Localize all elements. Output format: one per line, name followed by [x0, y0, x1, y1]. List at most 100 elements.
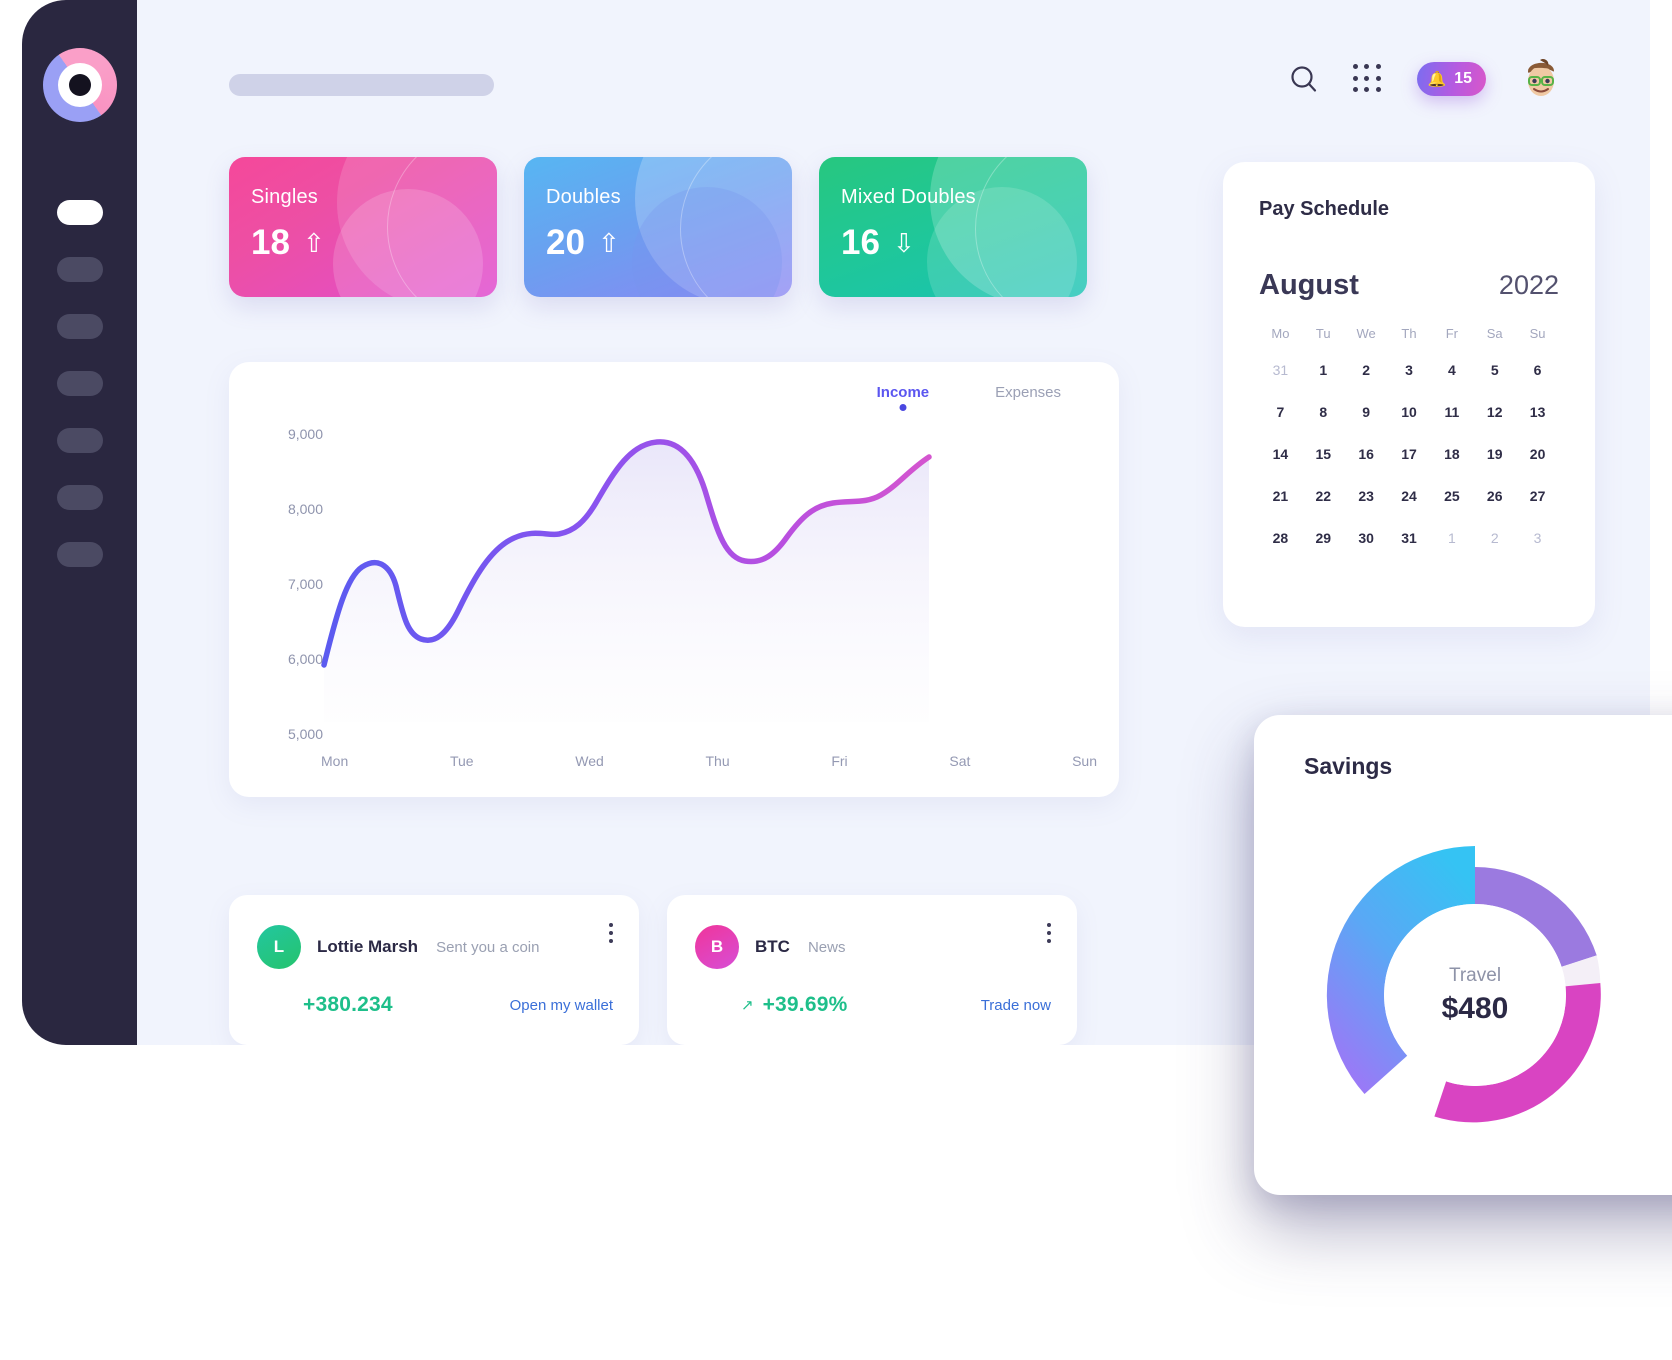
calendar-day[interactable]: 19 [1473, 441, 1516, 467]
notification-action-link[interactable]: Open my wallet [510, 997, 613, 1014]
sidebar-nav-item-7[interactable] [56, 542, 103, 567]
savings-category-label: Travel [1448, 964, 1502, 986]
calendar-day[interactable]: 30 [1345, 525, 1388, 551]
calendar-day[interactable]: 1 [1430, 525, 1473, 551]
calendar-day[interactable]: 7 [1259, 399, 1302, 425]
calendar-day[interactable]: 22 [1302, 483, 1345, 509]
calendar-day[interactable]: 28 [1259, 525, 1302, 551]
sidebar-nav-item-4[interactable] [56, 371, 103, 396]
calendar-day[interactable]: 25 [1430, 483, 1473, 509]
notification-card: L Lottie Marsh Sent you a coin +380.234 Open… [229, 895, 639, 1045]
avatar: B [695, 925, 739, 969]
notification-count: 15 [1454, 70, 1472, 87]
search-icon[interactable] [1289, 64, 1319, 94]
calendar-day[interactable]: 9 [1345, 399, 1388, 425]
grid-apps-icon[interactable] [1352, 64, 1383, 94]
sidebar-nav [22, 200, 137, 567]
savings-amount: $480 [1441, 991, 1509, 1025]
calendar-day[interactable]: 5 [1473, 357, 1516, 383]
notification-subtitle: Sent you a coin [436, 938, 540, 956]
topbar: 🔔 15 [137, 0, 1650, 150]
sidebar [22, 0, 137, 1045]
eye-donut-logo-icon[interactable] [42, 48, 117, 122]
stat-card-singles[interactable]: Singles 18 ⇧ [229, 157, 497, 297]
calendar-day[interactable]: 4 [1430, 357, 1473, 383]
stat-card-mixed-doubles[interactable]: Mixed Doubles 16 ⇩ [819, 157, 1087, 297]
sidebar-nav-item-2[interactable] [56, 257, 103, 282]
stat-value: 20 [546, 223, 585, 262]
x-tick-label: Fri [831, 753, 848, 769]
calendar-day[interactable]: 21 [1259, 483, 1302, 509]
notification-badge[interactable]: 🔔 15 [1416, 62, 1486, 96]
notification-card: B BTC News ↗ +39.69% Trade now [667, 895, 1077, 1045]
calendar-day[interactable]: 29 [1302, 525, 1345, 551]
notification-name: Lottie Marsh [317, 937, 419, 956]
sidebar-nav-item-6[interactable] [56, 485, 103, 510]
savings-card: Savings Travel $480 [1254, 715, 1672, 1195]
chart-x-axis: Mon Tue Wed Thu Fri Sat Sun [321, 753, 1097, 769]
x-tick-label: Thu [705, 753, 730, 769]
x-tick-label: Tue [449, 753, 474, 769]
calendar-day[interactable]: 27 [1516, 483, 1559, 509]
calendar-grid: Mo Tu We Th Fr Sa Su 31 1 2 3 4 5 6 7 8 9 10 11 12 13 14 15 16 1… [1259, 326, 1559, 551]
calendar-day[interactable]: 10 [1388, 399, 1431, 425]
savings-title: Savings [1304, 753, 1393, 779]
notification-amount: +380.234 [303, 993, 393, 1016]
calendar-day[interactable]: 24 [1388, 483, 1431, 509]
user-avatar[interactable] [1520, 58, 1562, 100]
calendar-day[interactable]: 12 [1473, 399, 1516, 425]
kebab-menu-icon[interactable] [609, 923, 613, 943]
calendar-day[interactable]: 3 [1388, 357, 1431, 383]
x-tick-label: Wed [575, 753, 604, 769]
calendar-day[interactable]: 3 [1516, 525, 1559, 551]
calendar-day[interactable]: 20 [1516, 441, 1559, 467]
stat-label: Doubles [546, 186, 621, 208]
trend-up-arrow-icon: ↗ [741, 997, 754, 1014]
calendar-day[interactable]: 16 [1345, 441, 1388, 467]
stat-card-doubles[interactable]: Doubles 20 ⇧ [524, 157, 792, 297]
calendar-day[interactable]: 11 [1430, 399, 1473, 425]
calendar-day[interactable]: 23 [1345, 483, 1388, 509]
avatar: L [257, 925, 301, 969]
calendar-day[interactable]: 8 [1302, 399, 1345, 425]
pay-schedule-title: Pay Schedule [1259, 198, 1390, 220]
calendar-day[interactable]: 17 [1388, 441, 1431, 467]
stat-label: Mixed Doubles [841, 186, 976, 208]
calendar-month[interactable]: August [1259, 269, 1359, 302]
calendar-day[interactable]: 2 [1473, 525, 1516, 551]
logo-pupil [68, 74, 91, 96]
screenshot-canvas: 🔔 15 Singles 18 ⇧ Doubles 20 ⇧ Mixed Dou… [0, 0, 1672, 1360]
calendar-weekday-header: Fr [1445, 326, 1458, 341]
calendar-day[interactable]: 18 [1430, 441, 1473, 467]
calendar-day[interactable]: 2 [1345, 357, 1388, 383]
calendar-day[interactable]: 14 [1259, 441, 1302, 467]
x-tick-label: Sat [949, 753, 971, 769]
calendar-day[interactable]: 31 [1259, 357, 1302, 383]
calendar-day[interactable]: 1 [1302, 357, 1345, 383]
x-tick-label: Sun [1072, 753, 1097, 769]
calendar-weekday-header: Th [1401, 326, 1417, 341]
calendar-weekday-header: Mo [1271, 326, 1290, 341]
sidebar-nav-item-3[interactable] [56, 314, 103, 339]
calendar-year[interactable]: 2022 [1499, 270, 1559, 301]
notification-cards-row: L Lottie Marsh Sent you a coin +380.234 Open… [229, 895, 1077, 1045]
sidebar-nav-item-1[interactable] [56, 200, 103, 225]
search-input[interactable] [229, 74, 494, 96]
trend-up-icon: ⇧ [302, 227, 325, 258]
pay-schedule-card: Pay Schedule August 2022 Mo Tu We Th Fr Sa Su 3… [1223, 162, 1595, 627]
kebab-menu-icon[interactable] [1047, 923, 1051, 943]
notification-subtitle: News [807, 938, 846, 956]
calendar-day[interactable]: 31 [1388, 525, 1431, 551]
savings-donut-chart: Travel $480 [1300, 820, 1650, 1170]
calendar-weekday-header: Tu [1315, 326, 1331, 341]
calendar-day[interactable]: 13 [1516, 399, 1559, 425]
notification-action-link[interactable]: Trade now [981, 997, 1051, 1014]
calendar-day[interactable]: 26 [1473, 483, 1516, 509]
calendar-weekday-header: We [1356, 326, 1376, 341]
calendar-day[interactable]: 6 [1516, 357, 1559, 383]
calendar-weekday-header: Sa [1486, 326, 1503, 341]
calendar-month-row: August 2022 [1259, 269, 1559, 302]
calendar-weekday-header: Su [1529, 326, 1546, 341]
calendar-day[interactable]: 15 [1302, 441, 1345, 467]
sidebar-nav-item-5[interactable] [56, 428, 103, 453]
